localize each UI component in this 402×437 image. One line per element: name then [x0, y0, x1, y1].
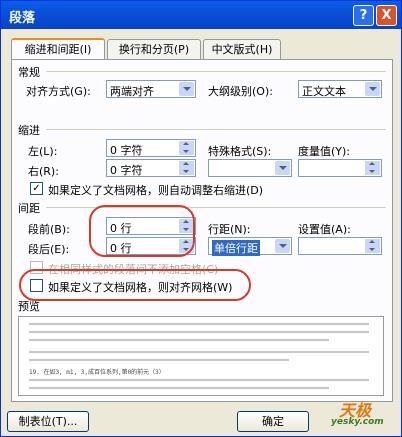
tab-panel: 常规 对齐方式(G): 两端对齐 大纲级别(O): 正文文本 缩进 左(L): … [11, 59, 393, 402]
help-button[interactable]: ? [353, 5, 374, 26]
right-indent-input[interactable]: 0 字符 [106, 159, 196, 177]
watermark-url: yesky.com [331, 417, 384, 427]
preview-line [29, 379, 369, 381]
preview-line [29, 387, 329, 389]
ok-button[interactable]: 确定 [237, 411, 309, 432]
divider [46, 129, 386, 130]
preview-box: 19. 在如3, m1, 3,成百位系列,第0的前元（3） [18, 316, 384, 396]
outline-level-label: 大纲级别(O): [208, 85, 273, 98]
alignment-label: 对齐方式(G): [26, 85, 91, 98]
preview-line [29, 323, 369, 325]
line-at-label: 设置值(A): [298, 223, 351, 236]
tab-asian-typography[interactable]: 中文版式(H) [203, 39, 281, 59]
indent-section-title: 缩进 [18, 124, 40, 137]
space-after-label: 段后(E): [28, 243, 70, 256]
tab-line-page-breaks[interactable]: 换行和分页(P) [107, 39, 201, 59]
auto-adjust-label[interactable]: 如果定义了文档网格，则自动调整右缩进(D) [48, 182, 263, 198]
left-indent-input[interactable]: 0 字符 [106, 139, 196, 157]
preview-line [29, 331, 369, 333]
spin-arrows-icon[interactable] [365, 239, 380, 253]
alignment-value: 两端对齐 [110, 85, 154, 98]
title-bar[interactable]: 段落 ? X [1, 1, 401, 29]
auto-adjust-checkbox[interactable]: ✓ [30, 182, 43, 195]
chevron-down-icon[interactable] [275, 161, 290, 175]
chevron-down-icon[interactable] [179, 82, 194, 96]
preview-line [29, 351, 369, 353]
line-at-input[interactable] [298, 237, 382, 255]
outline-level-value: 正文文本 [302, 85, 346, 98]
preview-line [29, 339, 329, 341]
special-format-select[interactable] [208, 159, 292, 177]
tab-indent-spacing[interactable]: 缩进和间距(I) [11, 38, 105, 60]
space-before-label: 段前(B): [28, 223, 70, 236]
annotation-oval [89, 205, 195, 257]
alignment-select[interactable]: 两端对齐 [106, 80, 196, 98]
chevron-down-icon[interactable] [275, 239, 290, 253]
right-indent-label: 右(R): [28, 165, 59, 178]
spacing-section-title: 间距 [18, 202, 40, 215]
spin-arrows-icon[interactable] [365, 161, 380, 175]
spin-arrows-icon[interactable] [179, 141, 194, 155]
paragraph-dialog: 段落 ? X 缩进和间距(I) 换行和分页(P) 中文版式(H) 常规 对齐方式… [0, 0, 402, 437]
window-title: 段落 [9, 11, 36, 26]
line-spacing-label: 行距(N): [208, 223, 251, 236]
special-format-label: 特殊格式(S): [208, 145, 272, 158]
chevron-down-icon[interactable] [365, 82, 380, 96]
spin-arrows-icon[interactable] [179, 161, 194, 175]
annotation-oval [19, 269, 251, 301]
line-spacing-value: 单倍行距 [212, 240, 260, 256]
tabs-button[interactable]: 制表位(T)... [7, 411, 89, 432]
preview-sample-text: 19. 在如3, m1, 3,成百位系列,第0的前元（3） [29, 369, 165, 376]
indent-by-input[interactable] [298, 159, 382, 177]
right-indent-value: 0 字符 [110, 164, 143, 177]
close-button[interactable]: X [376, 5, 397, 26]
outline-level-select[interactable]: 正文文本 [298, 80, 382, 98]
indent-by-label: 度量值(Y): [298, 145, 351, 158]
left-indent-label: 左(L): [28, 145, 58, 158]
line-spacing-select[interactable]: 单倍行距 [208, 237, 292, 256]
left-indent-value: 0 字符 [110, 144, 143, 157]
divider [46, 71, 386, 72]
general-section-title: 常规 [18, 66, 40, 79]
preview-line [29, 359, 289, 361]
